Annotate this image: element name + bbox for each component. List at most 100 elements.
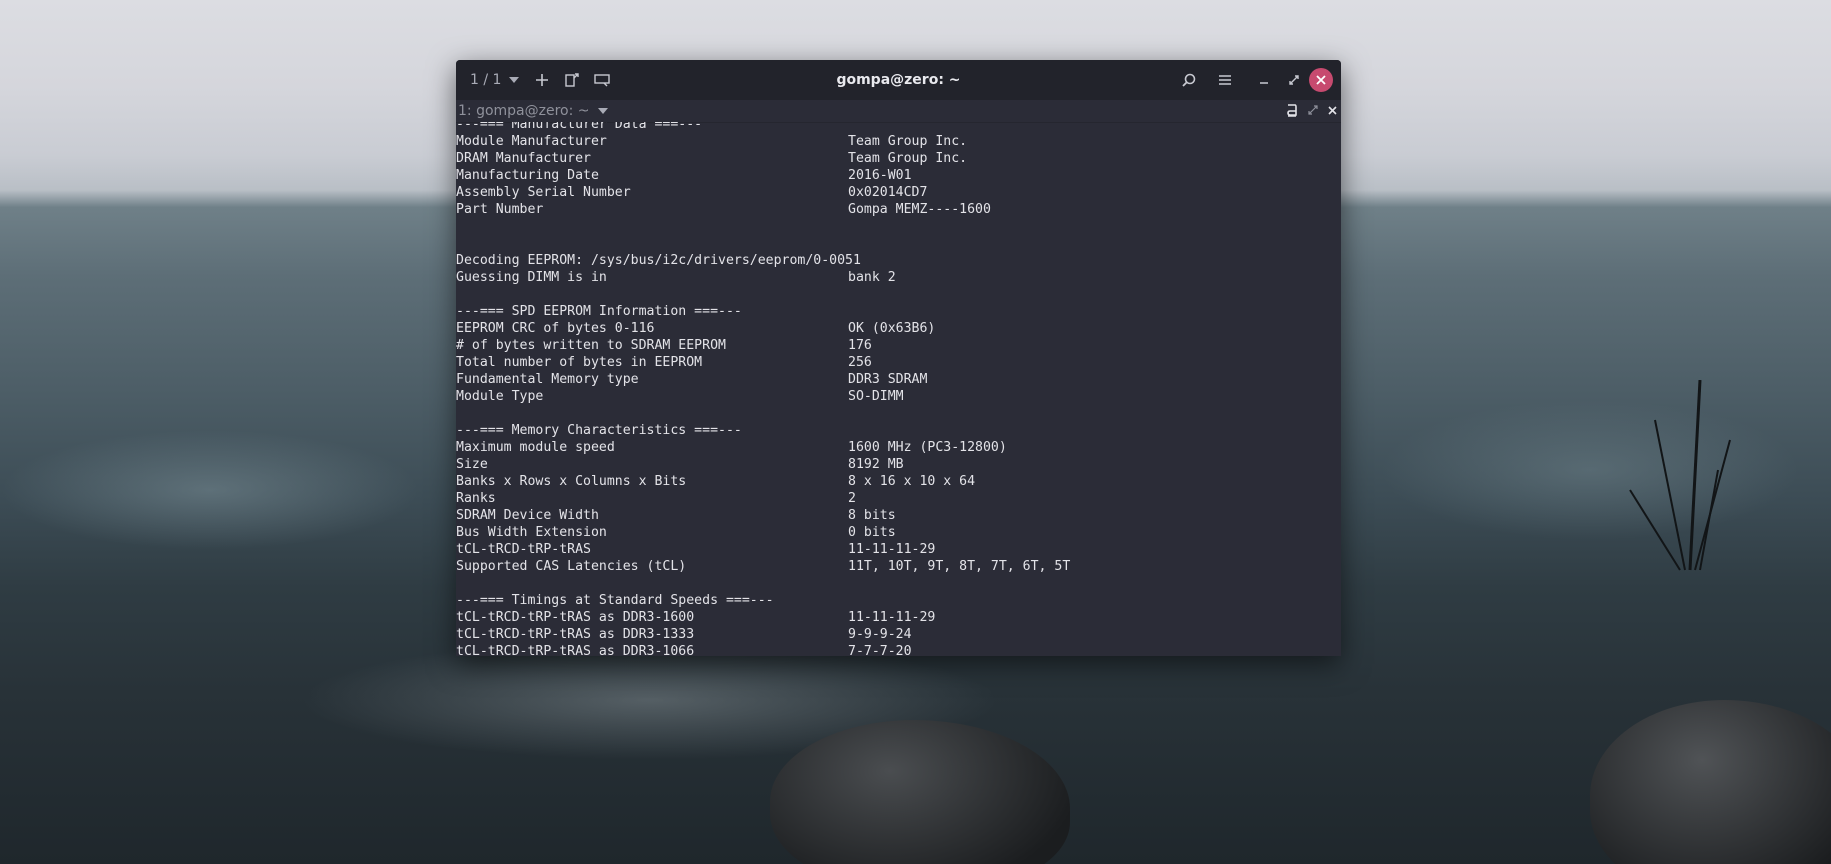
terminal-line-value: 9-9-9-24	[848, 627, 912, 642]
terminal-line: tCL-tRCD-tRP-tRAS as DDR3-1066 7-7-7-20	[456, 643, 1070, 656]
terminal-line-text: ---=== SPD EEPROM Information ===---	[456, 304, 742, 319]
terminal-line: Part Number Gompa MEMZ----1600	[456, 201, 1070, 218]
read-only-lock-icon[interactable]	[1286, 103, 1298, 120]
terminal-line: ---=== Manufacturer Data ===---	[456, 122, 1070, 133]
terminal-line-value: 2	[848, 491, 856, 506]
rock	[770, 720, 1070, 864]
terminal-line-key: tCL-tRCD-tRP-tRAS	[456, 542, 591, 557]
terminal-line-value: Team Group Inc.	[848, 151, 968, 166]
session-icon[interactable]	[587, 66, 617, 94]
terminal-line-text	[456, 576, 464, 591]
terminal-line-key: DRAM Manufacturer	[456, 151, 591, 166]
desktop-wallpaper: 1 / 1 gompa@zero: ~ 1: gompa@zero: ~ ---…	[0, 0, 1831, 864]
terminal-line-value: 0x02014CD7	[848, 185, 928, 200]
terminal-line-value: 0 bits	[848, 525, 896, 540]
terminal-line-text	[456, 287, 464, 302]
terminal-line: Manufacturing Date 2016-W01	[456, 167, 1070, 184]
terminal-line-key: SDRAM Device Width	[456, 508, 599, 523]
reeds	[1629, 380, 1731, 571]
terminal-line-key: tCL-tRCD-tRP-tRAS as DDR3-1066	[456, 644, 695, 656]
terminal-line: Bus Width Extension 0 bits	[456, 524, 1070, 541]
session-counter[interactable]: 1 / 1	[466, 66, 505, 94]
terminal-line-value: 7-7-7-20	[848, 644, 912, 656]
expand-icon[interactable]	[1308, 104, 1318, 118]
terminal-line: Total number of bytes in EEPROM 256	[456, 354, 1070, 371]
terminal-line: Ranks 2	[456, 490, 1070, 507]
terminal-line: ---=== SPD EEPROM Information ===---	[456, 303, 1070, 320]
rock	[1590, 700, 1831, 864]
terminal-line: Maximum module speed 1600 MHz (PC3-12800)	[456, 439, 1070, 456]
terminal-line-text: ---=== Memory Characteristics ===---	[456, 423, 742, 438]
terminal-line-value: 2016-W01	[848, 168, 912, 183]
terminal-line-key: Ranks	[456, 491, 496, 506]
chevron-down-icon[interactable]	[505, 66, 523, 94]
terminal-line	[456, 235, 1070, 252]
terminal-line-key: Size	[456, 457, 488, 472]
terminal-tab-row: 1: gompa@zero: ~	[456, 100, 1341, 123]
terminal-line: EEPROM CRC of bytes 0-116 OK (0x63B6)	[456, 320, 1070, 337]
terminal-line: Decoding EEPROM: /sys/bus/i2c/drivers/ee…	[456, 252, 1070, 269]
terminal-line-key: # of bytes written to SDRAM EEPROM	[456, 338, 726, 353]
terminal-line-value: 176	[848, 338, 872, 353]
terminal-line-value: Team Group Inc.	[848, 134, 968, 149]
terminal-output[interactable]: ---=== Manufacturer Data ===--- Module Ma…	[456, 122, 1341, 656]
terminal-line: Size 8192 MB	[456, 456, 1070, 473]
search-icon[interactable]	[1171, 66, 1207, 94]
terminal-line: DRAM Manufacturer Team Group Inc.	[456, 150, 1070, 167]
split-terminal-icon[interactable]	[557, 66, 587, 94]
terminal-line-key: Banks x Rows x Columns x Bits	[456, 474, 687, 489]
terminal-line-text: ---=== Manufacturer Data ===---	[456, 122, 703, 132]
terminal-line-key: EEPROM CRC of bytes 0-116	[456, 321, 655, 336]
close-icon[interactable]	[1328, 104, 1337, 118]
terminal-line: Module Manufacturer Team Group Inc.	[456, 133, 1070, 150]
terminal-window[interactable]: 1 / 1 gompa@zero: ~ 1: gompa@zero: ~ ---…	[456, 60, 1341, 656]
terminal-line-text	[456, 219, 464, 234]
terminal-text: ---=== Manufacturer Data ===--- Module Ma…	[456, 122, 1070, 656]
terminal-line	[456, 218, 1070, 235]
terminal-line: ---=== Timings at Standard Speeds ===---	[456, 592, 1070, 609]
terminal-line: ---=== Memory Characteristics ===---	[456, 422, 1070, 439]
terminal-line-key: Fundamental Memory type	[456, 372, 639, 387]
terminal-line-key: Module Manufacturer	[456, 134, 607, 149]
terminal-line-key: Bus Width Extension	[456, 525, 607, 540]
terminal-line: Banks x Rows x Columns x Bits 8 x 16 x 10…	[456, 473, 1070, 490]
terminal-line: tCL-tRCD-tRP-tRAS 11-11-11-29	[456, 541, 1070, 558]
terminal-tab-label[interactable]: 1: gompa@zero: ~	[456, 103, 590, 119]
terminal-line-value: 256	[848, 355, 872, 370]
terminal-line-value: 11-11-11-29	[848, 542, 936, 557]
terminal-line-key: tCL-tRCD-tRP-tRAS as DDR3-1600	[456, 610, 695, 625]
terminal-line-key: Part Number	[456, 202, 544, 217]
terminal-line-text: Decoding EEPROM: /sys/bus/i2c/drivers/ee…	[456, 253, 861, 268]
terminal-line-key: tCL-tRCD-tRP-tRAS as DDR3-1333	[456, 627, 695, 642]
terminal-line-value: 8 bits	[848, 508, 896, 523]
terminal-line: Module Type SO-DIMM	[456, 388, 1070, 405]
close-icon[interactable]	[1309, 68, 1333, 92]
hamburger-menu-icon[interactable]	[1207, 66, 1243, 94]
plus-icon[interactable]	[527, 66, 557, 94]
terminal-line: tCL-tRCD-tRP-tRAS as DDR3-1333 9-9-9-24	[456, 626, 1070, 643]
terminal-line	[456, 286, 1070, 303]
headerbar: 1 / 1 gompa@zero: ~	[456, 60, 1341, 100]
terminal-line: tCL-tRCD-tRP-tRAS as DDR3-1600 11-11-11-2…	[456, 609, 1070, 626]
terminal-line-value: 1600 MHz (PC3-12800)	[848, 440, 1007, 455]
terminal-line-value: 11T, 10T, 9T, 8T, 7T, 6T, 5T	[848, 559, 1071, 574]
terminal-line-key: Module Type	[456, 389, 544, 404]
wave-highlight	[0, 430, 420, 550]
terminal-line: Fundamental Memory type DDR3 SDRAM	[456, 371, 1070, 388]
terminal-line-value: 11-11-11-29	[848, 610, 936, 625]
terminal-line: SDRAM Device Width 8 bits	[456, 507, 1070, 524]
chevron-down-icon[interactable]	[597, 106, 608, 117]
terminal-line-value: 8192 MB	[848, 457, 904, 472]
terminal-line: Supported CAS Latencies (tCL) 11T, 10T, 9…	[456, 558, 1070, 575]
terminal-line-value: OK (0x63B6)	[848, 321, 936, 336]
maximize-icon[interactable]	[1279, 66, 1309, 94]
terminal-line-key: Manufacturing Date	[456, 168, 599, 183]
terminal-line-text	[456, 406, 464, 421]
terminal-line	[456, 575, 1070, 592]
terminal-line-key: Supported CAS Latencies (tCL)	[456, 559, 687, 574]
terminal-line-value: SO-DIMM	[848, 389, 904, 404]
terminal-line-key: Maximum module speed	[456, 440, 615, 455]
terminal-line-value: 8 x 16 x 10 x 64	[848, 474, 976, 489]
terminal-line-key: Assembly Serial Number	[456, 185, 631, 200]
minimize-icon[interactable]	[1249, 66, 1279, 94]
